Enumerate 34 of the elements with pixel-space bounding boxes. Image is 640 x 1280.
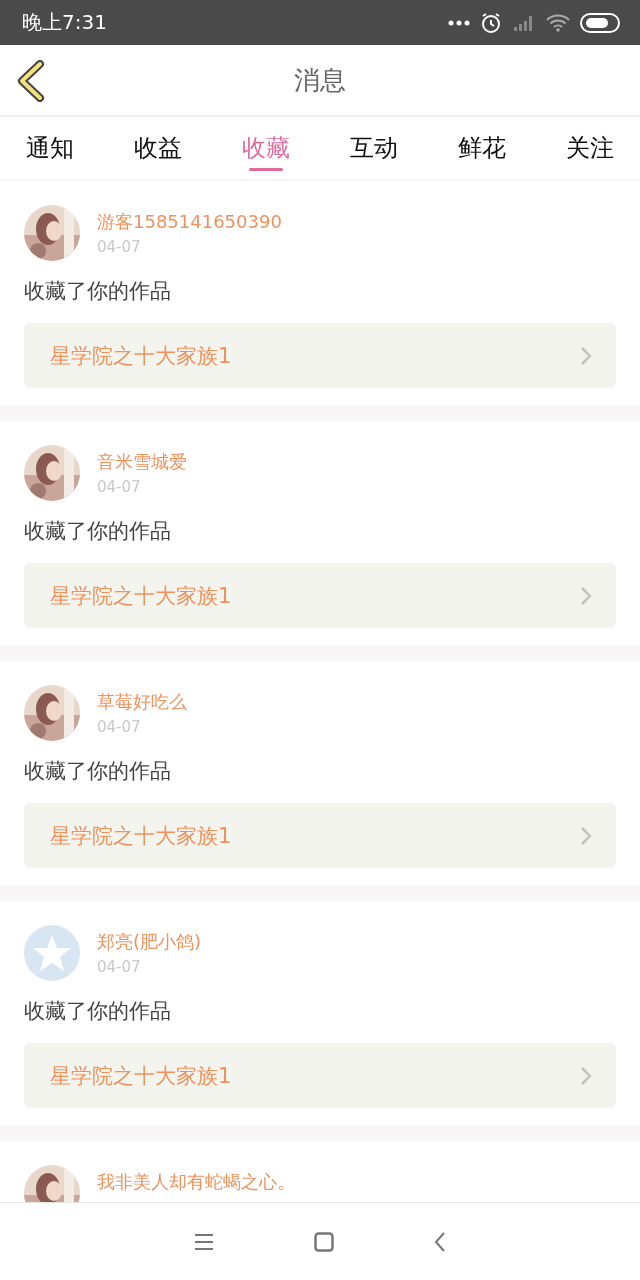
status-time: 晚上7:31 [22, 9, 107, 36]
battery-icon [580, 12, 620, 33]
work-link[interactable]: 星学院之十大家族1 [24, 563, 616, 628]
more-icon [448, 19, 470, 26]
tab[interactable]: 关注 [566, 117, 614, 179]
back-icon[interactable] [434, 1230, 446, 1253]
work-link[interactable]: 星学院之十大家族1 [24, 803, 616, 868]
chevron-right-icon [580, 345, 592, 366]
user-name[interactable]: 草莓好吃么 [97, 690, 187, 714]
work-link[interactable]: 星学院之十大家族1 [24, 323, 616, 388]
alarm-icon [480, 11, 502, 34]
default-avatar-icon [24, 925, 80, 981]
back-button[interactable] [16, 60, 46, 102]
user-name[interactable]: 我非美人却有蛇蝎之心。 [97, 1170, 295, 1194]
message-text: 收藏了你的作品 [24, 998, 172, 1025]
tab[interactable]: 互动 [350, 117, 398, 179]
user-name[interactable]: 郑亮(肥小鸽) [97, 930, 202, 954]
user-name[interactable]: 游客1585141650390 [97, 210, 282, 234]
chevron-right-icon [580, 1065, 592, 1086]
wifi-icon [546, 13, 570, 32]
message-text: 收藏了你的作品 [24, 758, 172, 785]
chevron-right-icon [580, 825, 592, 846]
tab[interactable]: 鲜花 [458, 117, 506, 179]
menu-icon[interactable] [194, 1232, 214, 1251]
page-title: 消息 [294, 63, 346, 97]
message-text: 收藏了你的作品 [24, 278, 172, 305]
chevron-right-icon [580, 585, 592, 606]
tab[interactable]: 通知 [26, 117, 74, 179]
tab[interactable]: 收藏 [242, 117, 290, 179]
message-text: 收藏了你的作品 [24, 518, 172, 545]
work-link[interactable]: 星学院之十大家族1 [24, 1043, 616, 1108]
tab[interactable]: 收益 [134, 117, 182, 179]
user-name[interactable]: 音米雪城爱 [97, 450, 187, 474]
home-icon[interactable] [314, 1231, 334, 1252]
